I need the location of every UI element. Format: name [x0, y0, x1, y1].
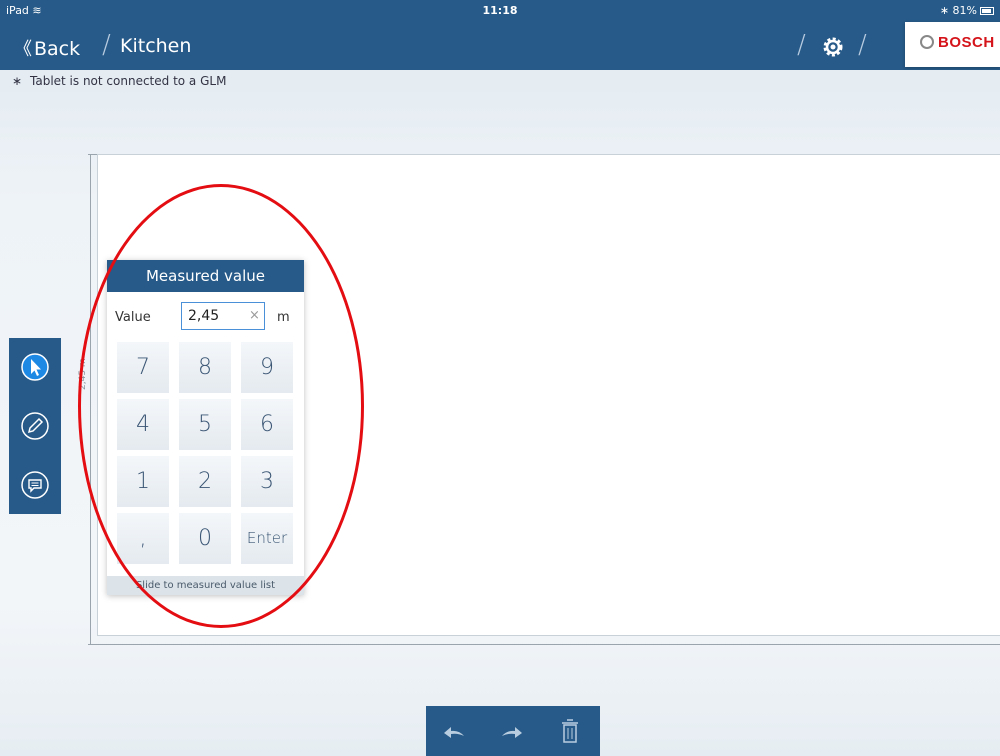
- nav-bar: 《 Back / Kitchen / /: [0, 22, 1000, 70]
- gear-icon[interactable]: [820, 34, 846, 60]
- bottom-action-bar: [426, 706, 600, 756]
- connection-info-bar: ∗ Tablet is not connected to a GLM: [0, 70, 1000, 92]
- status-bar: iPad ≋ 11:18 ∗ 81%: [0, 0, 1000, 22]
- bosch-emblem-icon: [920, 35, 934, 49]
- chevron-left-icon: 《: [14, 39, 32, 60]
- battery-icon: [980, 7, 994, 15]
- tool-bar: [9, 338, 61, 514]
- redo-icon[interactable]: [498, 718, 526, 744]
- bosch-logo: BOSCH: [905, 22, 1000, 67]
- breadcrumb-separator: /: [102, 30, 111, 60]
- battery-status: ∗ 81%: [940, 4, 994, 17]
- comment-icon[interactable]: [20, 470, 50, 500]
- back-button[interactable]: 《 Back: [14, 35, 80, 61]
- trash-icon[interactable]: [556, 718, 584, 744]
- connection-message: Tablet is not connected to a GLM: [30, 74, 227, 88]
- pencil-icon[interactable]: [20, 411, 50, 441]
- annotation-ellipse: [78, 184, 364, 628]
- select-icon[interactable]: [20, 352, 50, 382]
- dimension-guide: [88, 644, 1000, 645]
- bluetooth-icon: ∗: [939, 4, 950, 17]
- breadcrumb-separator: /: [797, 30, 806, 60]
- breadcrumb-separator: /: [858, 30, 867, 60]
- clock: 11:18: [482, 4, 518, 17]
- undo-icon[interactable]: [440, 718, 468, 744]
- bluetooth-icon: ∗: [12, 74, 23, 88]
- breadcrumb-current: Kitchen: [120, 35, 192, 57]
